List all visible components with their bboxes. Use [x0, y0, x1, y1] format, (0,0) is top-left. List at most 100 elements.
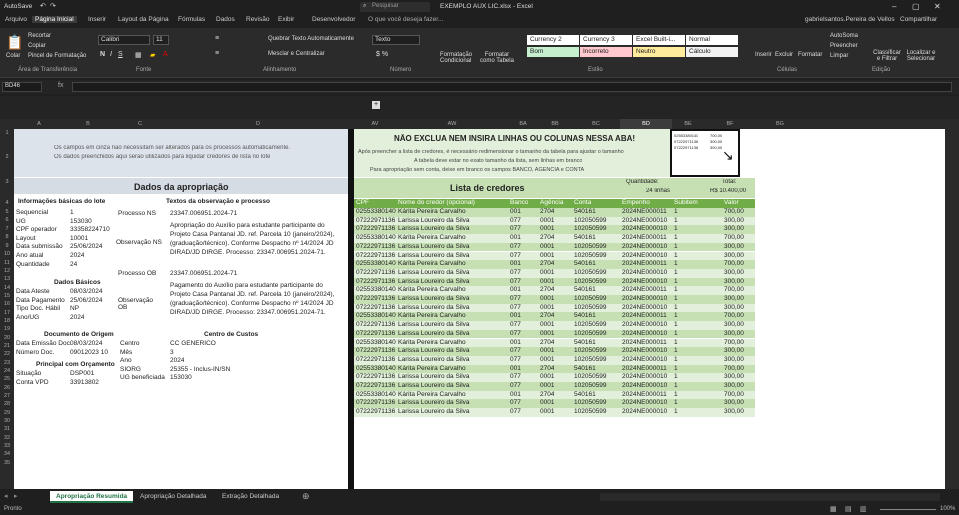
cell-nome[interactable]: Kárita Pereira Carvalho	[398, 286, 466, 295]
autosave-label[interactable]: AutoSave	[4, 3, 32, 10]
cell-conta[interactable]: 102050599	[574, 408, 607, 417]
cell-conta[interactable]: 102050599	[574, 382, 607, 391]
cell-subitem[interactable]: 1	[674, 339, 678, 348]
cell-conta[interactable]: 102050599	[574, 373, 607, 382]
row-header[interactable]: 3	[0, 179, 14, 185]
table-row[interactable]: 07222971136 Larissa Loureiro da Silva 077 0…	[354, 242, 755, 252]
cell-cpf[interactable]: 07222971136	[356, 269, 395, 278]
style-currency3[interactable]: Currency 3	[580, 35, 632, 45]
row-header[interactable]: 19	[0, 326, 14, 332]
table-row[interactable]: 07222971136 Larissa Loureiro da Silva 077 0…	[354, 382, 755, 391]
cell-valor[interactable]: 300,00	[724, 330, 744, 339]
tab-inserir[interactable]: Inserir	[88, 16, 106, 23]
cell-conta[interactable]: 102050599	[574, 269, 607, 278]
col-header-selected[interactable]: BD	[620, 119, 672, 129]
centro-field-value[interactable]: 25355 - Inclus-IN/SN	[170, 366, 230, 373]
row-header[interactable]: 20	[0, 335, 14, 341]
cell-cpf[interactable]: 02553380140	[356, 234, 396, 243]
cell-subitem[interactable]: 1	[674, 330, 678, 339]
tab-arquivo[interactable]: Arquivo	[5, 16, 27, 23]
cell-banco[interactable]: 077	[510, 269, 521, 278]
row-header[interactable]: 21	[0, 343, 14, 349]
style-excel-builtin[interactable]: Excel Built-i...	[633, 35, 685, 45]
cell-empenho[interactable]: 2024NE000011	[622, 234, 667, 243]
cell-valor[interactable]: 700,00	[724, 312, 744, 321]
dados-field-value[interactable]: NP	[70, 305, 79, 312]
cell-conta[interactable]: 540161	[574, 339, 596, 348]
cell-agencia[interactable]: 0001	[540, 295, 554, 304]
cell-empenho[interactable]: 2024NE000010	[622, 399, 667, 408]
redo-icon[interactable]: ↷	[50, 2, 56, 10]
cell-valor[interactable]: 300,00	[724, 217, 744, 226]
row-header[interactable]: 15	[0, 293, 14, 299]
cell-subitem[interactable]: 1	[674, 225, 678, 234]
origem-field-value[interactable]: 08/03/2024	[70, 340, 103, 347]
borders-icon[interactable]: ▦	[135, 51, 142, 59]
cell-empenho[interactable]: 2024NE000010	[622, 252, 667, 261]
table-row[interactable]: 07222971136 Larissa Loureiro da Silva 077 0…	[354, 216, 755, 226]
cell-nome[interactable]: Larissa Loureiro da Silva	[398, 408, 470, 417]
cell-nome[interactable]: Larissa Loureiro da Silva	[398, 278, 470, 287]
cell-agencia[interactable]: 2704	[540, 286, 554, 295]
cell-conta[interactable]: 102050599	[574, 243, 607, 252]
col-header[interactable]: D	[168, 119, 348, 129]
cell-subitem[interactable]: 1	[674, 286, 678, 295]
zoom-level[interactable]: 100%	[940, 506, 955, 512]
cell-empenho[interactable]: 2024NE000010	[622, 225, 667, 234]
cell-valor[interactable]: 300,00	[724, 373, 744, 382]
table-row[interactable]: 02553380140 Kárita Pereira Carvalho 001 270…	[354, 260, 755, 269]
sheet-tab[interactable]: Apropriação Detalhada	[134, 491, 213, 503]
cell-banco[interactable]: 001	[510, 234, 521, 243]
cell-nome[interactable]: Kárita Pereira Carvalho	[398, 339, 466, 348]
cell-nome[interactable]: Larissa Loureiro da Silva	[398, 321, 470, 330]
cell-cpf[interactable]: 07222971136	[356, 304, 395, 313]
centro-field-value[interactable]: 153030	[170, 374, 192, 381]
cell-cpf[interactable]: 07222971136	[356, 330, 395, 339]
row-header[interactable]: 25	[0, 376, 14, 382]
table-row[interactable]: 07222971136 Larissa Loureiro da Silva 077 0…	[354, 251, 755, 261]
cell-nome[interactable]: Larissa Loureiro da Silva	[398, 304, 470, 313]
cell-agencia[interactable]: 2704	[540, 260, 554, 269]
bold-icon[interactable]: N	[100, 51, 105, 58]
centro-field-value[interactable]: CC GENERICO	[170, 340, 216, 347]
cell-valor[interactable]: 300,00	[724, 295, 744, 304]
cell-banco[interactable]: 001	[510, 365, 521, 374]
cell-valor[interactable]: 300,00	[724, 347, 744, 356]
tab-dados[interactable]: Dados	[216, 16, 235, 23]
cell-nome[interactable]: Kárita Pereira Carvalho	[398, 391, 466, 400]
cell-agencia[interactable]: 0001	[540, 269, 554, 278]
expand-group-icon[interactable]: +	[372, 101, 380, 109]
cell-cpf[interactable]: 07222971136	[356, 373, 395, 382]
cell-empenho[interactable]: 2024NE000011	[622, 312, 667, 321]
table-row[interactable]: 07222971136 Larissa Loureiro da Silva 077 0…	[354, 295, 755, 304]
cell-subitem[interactable]: 1	[674, 260, 678, 269]
style-bom[interactable]: Bom	[527, 47, 579, 57]
row-header[interactable]: 11	[0, 260, 14, 266]
cut-button[interactable]: Recortar	[28, 33, 51, 39]
cell-banco[interactable]: 077	[510, 321, 521, 330]
table-row[interactable]: 02553380140 Kárita Pereira Carvalho 001 270…	[354, 390, 755, 400]
add-sheet-icon[interactable]: ⊕	[302, 491, 310, 502]
cell-empenho[interactable]: 2024NE000010	[622, 373, 667, 382]
cell-nome[interactable]: Kárita Pereira Carvalho	[398, 208, 466, 217]
row-header[interactable]: 12	[0, 268, 14, 274]
clear-button[interactable]: Limpar	[830, 53, 848, 59]
name-box[interactable]: BD46	[2, 82, 42, 92]
sort-filter-button[interactable]: Classificar e Filtrar	[872, 50, 902, 62]
normal-view-icon[interactable]: ▦	[830, 505, 837, 513]
col-header[interactable]: A	[14, 119, 64, 129]
font-name-select[interactable]: Calibri	[98, 35, 150, 45]
table-row[interactable]: 02553380140 Kárita Pereira Carvalho 001 270…	[354, 312, 755, 322]
cell-nome[interactable]: Kárita Pereira Carvalho	[398, 365, 466, 374]
cell-conta[interactable]: 540161	[574, 234, 596, 243]
cell-empenho[interactable]: 2024NE000011	[622, 260, 667, 269]
cell-nome[interactable]: Larissa Loureiro da Silva	[398, 252, 470, 261]
italic-icon[interactable]: I	[110, 51, 112, 58]
cell-subitem[interactable]: 1	[674, 269, 678, 278]
cell-cpf[interactable]: 07222971136	[356, 356, 395, 365]
row-header[interactable]: 13	[0, 276, 14, 282]
cell-cpf[interactable]: 07222971136	[356, 225, 395, 234]
header-valor[interactable]: Valor	[724, 199, 739, 208]
format-table-button[interactable]: Formatar como Tabela	[478, 52, 516, 64]
fill-button[interactable]: Preencher	[830, 43, 858, 49]
